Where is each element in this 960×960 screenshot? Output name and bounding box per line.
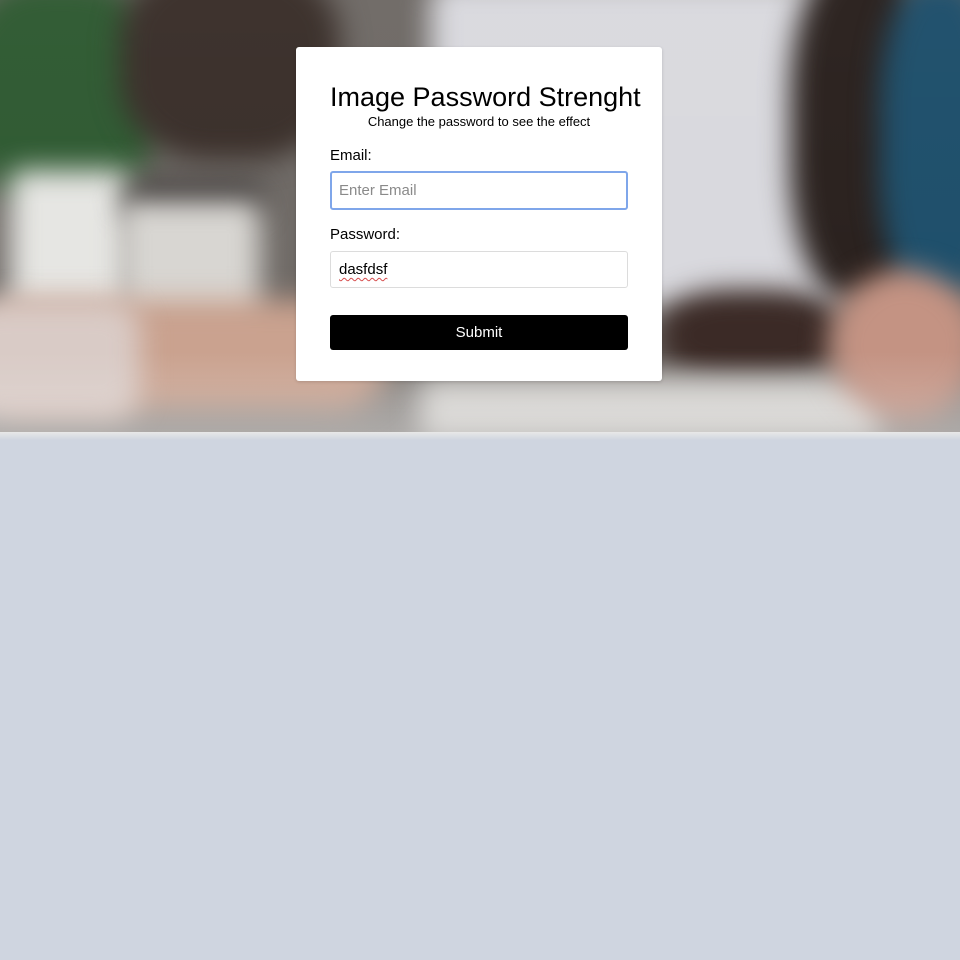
photo-edge (0, 432, 960, 440)
form-subtitle: Change the password to see the effect (367, 114, 591, 129)
page: Image Password Strenght Change the passw… (0, 0, 960, 960)
password-input[interactable]: dasfdsf (330, 251, 628, 288)
email-input[interactable] (330, 171, 628, 210)
submit-button[interactable]: Submit (330, 315, 628, 350)
form-title: Image Password Strenght (330, 82, 641, 112)
login-card: Image Password Strenght Change the passw… (296, 47, 662, 381)
password-value: dasfdsf (339, 261, 388, 278)
email-label: Email: (330, 147, 372, 164)
password-label: Password: (330, 226, 401, 243)
